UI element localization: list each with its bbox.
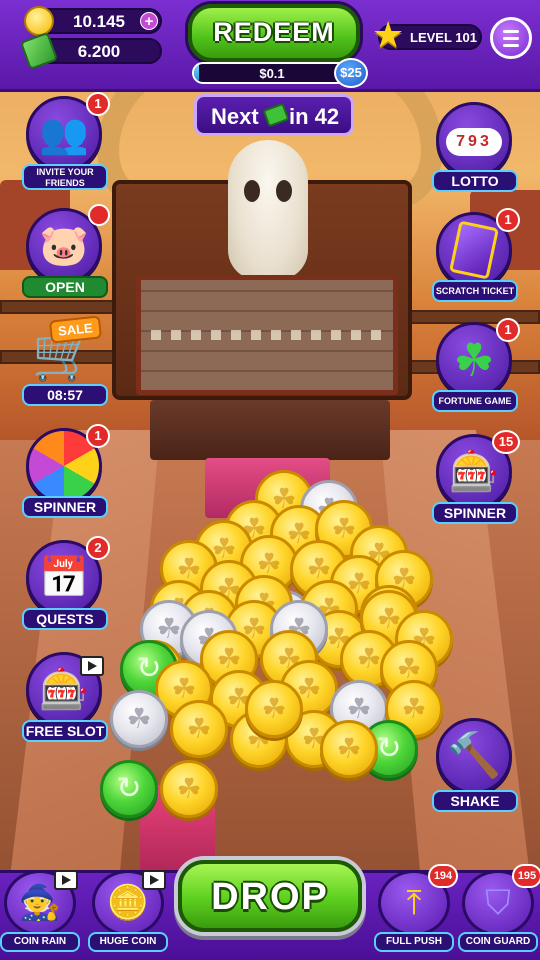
piggy-bank-icon: 🐷 [39,224,89,268]
drop-button[interactable]: DROP [178,860,362,932]
clover-icon: ☘ [336,733,362,764]
clover-icon: ☘ [126,703,152,734]
clover-icon: ☘ [261,693,287,724]
shake-button[interactable]: 🔨 SHAKE [430,718,520,814]
gold-amount: 10.145 [73,12,125,31]
clover-icon: ☘ [256,548,282,579]
notification-dot [88,204,110,226]
gold-coin: ☘ [245,680,303,738]
free-slot-button[interactable]: 🎰 FREE SLOT [20,652,110,746]
refresh-icon: ↻ [376,732,402,765]
chest-panel [136,275,398,395]
lotto-button[interactable]: 793 LOTTO [430,102,520,196]
huge-coin-button[interactable]: 🪙 HUGE COIN [88,870,168,954]
spinner-label: SPINNER [22,496,108,518]
piggy-bank-button[interactable]: 🐷 OPEN [20,204,110,302]
drop-label: DROP [211,876,329,918]
shop-sale-button[interactable]: 🛒 SALE 08:57 [20,315,110,412]
clover-icon: ☘ [396,653,422,684]
progress-text: $0.1 [259,66,285,81]
clover-icon: ☘ [176,553,202,584]
green-bonus-coin: ↻ [100,760,158,818]
huge-coin-label: HUGE COIN [88,932,168,952]
next-cash-banner: Next in 42 [194,94,354,136]
redeem-label: REDEEM [213,17,335,47]
spinner-slot-label: SPINNER [432,502,518,524]
invite-friends-button[interactable]: 👥 INVITE YOUR FRIENDS 1 [20,92,110,192]
coin-rain-button[interactable]: 🧙 COIN RAIN [0,870,80,954]
coin-guard-label: COIN GUARD [458,932,538,952]
clover-icon: ☘ [171,673,197,704]
notification-badge: 15 [492,430,520,454]
lotto-label: LOTTO [432,170,518,192]
full-push-button[interactable]: ⤒ FULL PUSH 194 [374,864,458,954]
scratch-ticket-button[interactable]: SCRATCH TICKET 1 [430,208,520,306]
gold-coin-icon [24,6,54,36]
cash-amount: 6.200 [77,42,121,61]
redeem-goal-badge: $25 [334,58,368,88]
coin-rain-label: COIN RAIN [0,932,80,952]
top-hud: 10.145 + 6.200 REDEEM $0.1 $25 ★ LEVEL 1… [0,0,540,92]
piggy-bank-label: OPEN [22,276,108,298]
quests-label: QUESTS [22,608,108,630]
notification-badge: 2 [86,536,110,560]
next-prefix: Next [211,104,259,129]
clover-icon: ☘ [156,613,182,644]
clover-icon: ☘ [356,643,382,674]
level-label: LEVEL 101 [410,30,477,45]
clover-icon: ☘ [306,553,332,584]
silver-coin: ☘ [110,690,168,748]
pusher-shelf [150,400,390,460]
next-suffix: in 42 [289,104,340,129]
cash-counter: 6.200 [19,31,162,71]
cash-icon [19,31,59,71]
redeem-button[interactable]: REDEEM [188,4,360,62]
spinner-slot-button[interactable]: 🎰 SPINNER 15 [430,430,520,528]
spinner-wheel-button[interactable]: SPINNER 1 [20,424,110,522]
full-push-count: 194 [428,864,458,888]
clover-icon: ☘ [216,643,242,674]
level-indicator: ★ LEVEL 101 [372,17,482,53]
hammer-icon: 🔨 [446,731,502,780]
shake-label: SHAKE [432,790,518,812]
clover-icon: ☘ [176,773,202,804]
notification-badge: 1 [86,424,110,448]
bull-skull [228,140,308,280]
quests-button[interactable]: 📅 QUESTS 2 [20,536,110,634]
video-ad-icon [142,870,166,890]
video-ad-icon [80,656,104,676]
gold-coin-counter: 10.145 + [24,6,162,36]
fortune-game-button[interactable]: ☘ FORTUNE GAME 1 [430,318,520,416]
coin-guard-button[interactable]: ⛉ COIN GUARD 195 [458,864,540,954]
clover-icon: ☘ [346,693,372,724]
gold-coin: ☘ [320,720,378,778]
gold-coin: ☘ [160,760,218,818]
refresh-icon: ↻ [116,772,142,805]
redeem-progress-bar: $0.1 [192,62,352,84]
add-coins-button[interactable]: + [140,12,158,30]
notification-badge: 1 [86,92,110,116]
clover-icon: ☘ [401,693,427,724]
invite-friends-label: INVITE YOUR FRIENDS [22,164,108,190]
cash-icon [262,102,290,128]
coin-guard-count: 195 [512,864,540,888]
notification-badge: 1 [496,208,520,232]
gold-coin: ☘ [170,700,228,758]
free-slot-label: FREE SLOT [22,720,108,742]
sale-timer: 08:57 [22,384,108,406]
menu-button[interactable] [490,17,532,59]
scratch-ticket-label: SCRATCH TICKET [432,280,518,302]
video-ad-icon [54,870,78,890]
clover-icon: ☘ [186,713,212,744]
fortune-game-label: FORTUNE GAME [432,390,518,412]
full-push-label: FULL PUSH [374,932,454,952]
star-icon: ★ [372,14,405,55]
lotto-balls: 793 [446,128,502,156]
notification-badge: 1 [496,318,520,342]
